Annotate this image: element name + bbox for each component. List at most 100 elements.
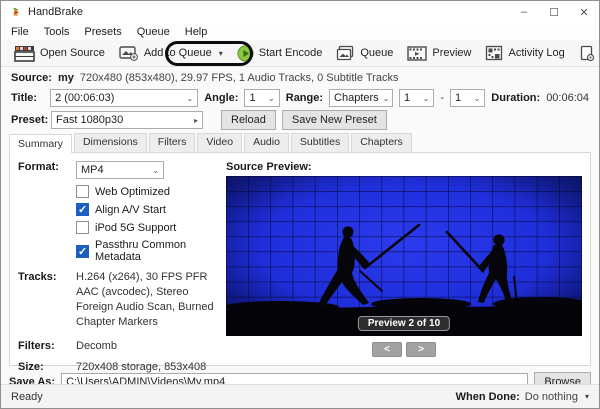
source-name: my xyxy=(58,72,74,84)
range-to-select[interactable]: 1 ⌄ xyxy=(450,89,485,107)
format-select-value: MP4 xyxy=(81,164,104,176)
queue-label: Queue xyxy=(360,47,393,59)
angle-select[interactable]: 1 ⌄ xyxy=(244,89,279,107)
filters-value: Decomb xyxy=(76,340,117,352)
source-info-row: Source: my 720x480 (853x480), 29.97 FPS,… xyxy=(1,69,599,87)
chevron-down-icon[interactable]: ▾ xyxy=(585,392,589,401)
maximize-icon[interactable]: ☐ xyxy=(539,1,569,23)
preview-navigation: < > xyxy=(226,342,582,357)
preset-row: Preset: Fast 1080p30 ▸ Reload Save New P… xyxy=(1,109,599,131)
checkbox[interactable] xyxy=(76,203,89,216)
angle-select-value: 1 xyxy=(249,92,255,104)
menu-queue[interactable]: Queue xyxy=(137,26,170,38)
format-options: Web Optimized Align A/V Start iPod 5G Su… xyxy=(76,185,226,263)
menu-file[interactable]: File xyxy=(11,26,29,38)
open-source-label: Open Source xyxy=(40,47,105,59)
checkbox[interactable] xyxy=(76,221,89,234)
activity-log-label: Activity Log xyxy=(508,47,564,59)
minimize-icon[interactable]: – xyxy=(509,1,539,23)
range-type-select[interactable]: Chapters ⌄ xyxy=(329,89,393,107)
passthru-metadata-option[interactable]: Passthru Common Metadata xyxy=(76,239,226,263)
tab-subtitles[interactable]: Subtitles xyxy=(291,133,349,152)
add-to-queue-button[interactable]: Add to Queue ▾ xyxy=(112,45,230,62)
status-bar: Ready When Done: Do nothing ▾ xyxy=(1,384,599,408)
preview-button[interactable]: Preview xyxy=(400,45,478,62)
chevron-down-icon: ⌄ xyxy=(183,94,194,103)
queue-stack-icon xyxy=(336,45,355,62)
range-from-select[interactable]: 1 ⌄ xyxy=(399,89,434,107)
tab-filters[interactable]: Filters xyxy=(149,133,196,152)
preset-label: Preset: xyxy=(11,114,45,126)
format-label: Format: xyxy=(18,161,76,179)
when-done-select[interactable]: Do nothing xyxy=(525,391,578,403)
angle-label: Angle: xyxy=(204,92,238,104)
previous-preview-button[interactable]: < xyxy=(372,342,402,357)
range-to-value: 1 xyxy=(455,92,461,104)
preview-label: Preview xyxy=(432,47,471,59)
start-encode-button[interactable]: Start Encode xyxy=(230,45,330,62)
menu-presets[interactable]: Presets xyxy=(84,26,121,38)
tracks-label: Tracks: xyxy=(18,271,76,331)
checkbox-label: Align A/V Start xyxy=(95,204,166,216)
chevron-down-icon: ⌄ xyxy=(379,94,390,103)
checkbox[interactable] xyxy=(76,185,89,198)
preview-counter-badge: Preview 2 of 10 xyxy=(358,316,450,331)
track-chapters: Chapter Markers xyxy=(76,316,214,328)
queue-button[interactable]: Queue xyxy=(329,45,400,62)
start-encode-label: Start Encode xyxy=(259,47,323,59)
duration-value: 00:06:04 xyxy=(546,92,589,104)
when-done-label: When Done: xyxy=(456,391,520,403)
tab-chapters[interactable]: Chapters xyxy=(351,133,412,152)
chevron-down-icon: ⌄ xyxy=(419,94,430,103)
filmstrip-play-icon xyxy=(407,45,427,62)
activity-log-button[interactable]: Activity Log xyxy=(478,45,571,62)
play-circle-icon xyxy=(237,45,254,62)
checkbox-label: Web Optimized xyxy=(95,186,170,198)
title-select-value: 2 (00:06:03) xyxy=(55,92,114,104)
source-preview-image: Preview 2 of 10 xyxy=(226,176,582,336)
window-title: HandBrake xyxy=(28,6,509,18)
summary-panel: Format: MP4 ⌄ Web Optimized Align A/V St… xyxy=(9,152,591,366)
reload-button[interactable]: Reload xyxy=(221,110,276,130)
menu-tools[interactable]: Tools xyxy=(44,26,70,38)
filters-label: Filters: xyxy=(18,340,76,352)
chevron-down-icon: ⌄ xyxy=(148,166,159,175)
tab-summary[interactable]: Summary xyxy=(9,134,72,153)
toolbar: Open Source Add to Queue ▾ xyxy=(1,40,599,67)
checkbox[interactable] xyxy=(76,245,89,258)
chevron-right-icon: ▸ xyxy=(190,116,198,125)
track-video: H.264 (x264), 30 FPS PFR xyxy=(76,271,214,283)
title-bar: HandBrake – ☐ ✕ xyxy=(1,1,599,23)
settings-tabs: Summary Dimensions Filters Video Audio S… xyxy=(9,133,591,152)
menu-bar: File Tools Presets Queue Help xyxy=(1,23,599,40)
tab-video[interactable]: Video xyxy=(197,133,242,152)
title-select[interactable]: 2 (00:06:03) ⌄ xyxy=(50,89,198,107)
format-select[interactable]: MP4 ⌄ xyxy=(76,161,164,179)
chevron-down-icon: ⌄ xyxy=(470,94,481,103)
align-av-start-option[interactable]: Align A/V Start xyxy=(76,203,226,216)
close-icon[interactable]: ✕ xyxy=(569,1,599,23)
clapperboard-icon xyxy=(14,45,35,62)
presets-gear-icon xyxy=(579,45,595,62)
summary-left-column: Format: MP4 ⌄ Web Optimized Align A/V St… xyxy=(18,161,226,357)
preset-select-value: Fast 1080p30 xyxy=(56,114,123,126)
source-preview-label: Source Preview: xyxy=(226,161,582,173)
next-preview-button[interactable]: > xyxy=(406,342,436,357)
web-optimized-option[interactable]: Web Optimized xyxy=(76,185,226,198)
presets-button[interactable]: Presets ▾ xyxy=(572,45,600,62)
range-from-value: 1 xyxy=(404,92,410,104)
save-new-preset-button[interactable]: Save New Preset xyxy=(282,110,387,130)
preview-frame xyxy=(226,176,582,336)
tab-dimensions[interactable]: Dimensions xyxy=(74,133,147,152)
tracks-summary: H.264 (x264), 30 FPS PFR AAC (avcodec), … xyxy=(76,271,214,331)
open-source-button[interactable]: Open Source xyxy=(7,45,112,62)
menu-help[interactable]: Help xyxy=(185,26,208,38)
tab-audio[interactable]: Audio xyxy=(244,133,289,152)
range-label: Range: xyxy=(286,92,323,104)
range-separator: - xyxy=(440,92,444,104)
ipod-5g-support-option[interactable]: iPod 5G Support xyxy=(76,221,226,234)
chevron-down-icon[interactable]: ▾ xyxy=(219,49,223,58)
preset-select[interactable]: Fast 1080p30 ▸ xyxy=(51,111,203,129)
checkbox-label: iPod 5G Support xyxy=(95,222,176,234)
source-details: 720x480 (853x480), 29.97 FPS, 1 Audio Tr… xyxy=(80,72,399,84)
